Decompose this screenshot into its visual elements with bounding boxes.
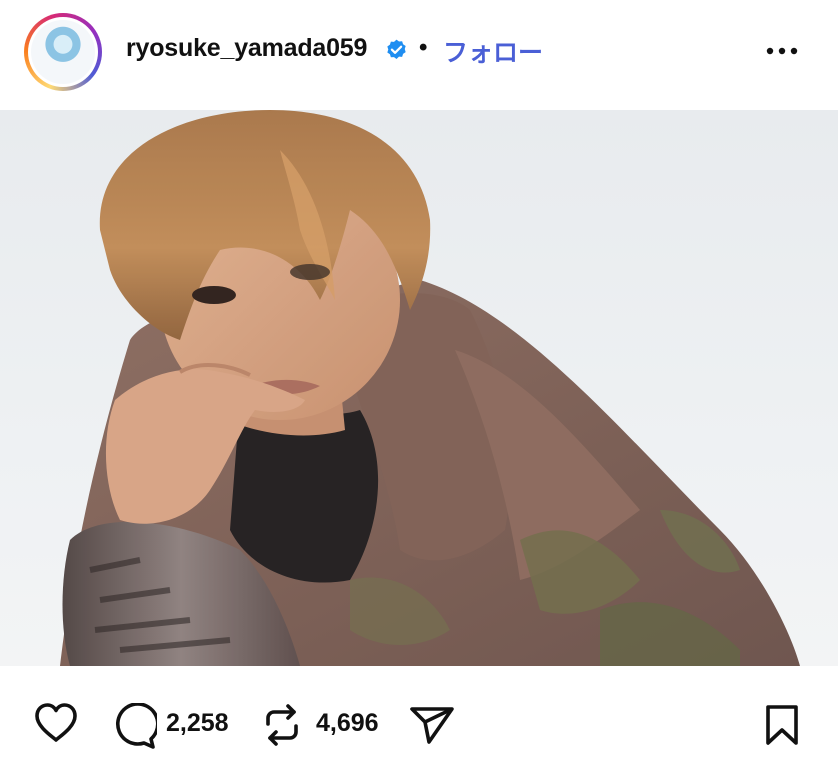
post-photo[interactable] [0,110,838,666]
post-photo-illustration [0,110,838,666]
heart-icon[interactable] [33,702,79,744]
post-header: ryosuke_yamada059 • フォロー [0,0,838,110]
avatar-image [31,20,95,84]
repost-icon[interactable] [260,702,304,748]
share-icon[interactable] [409,704,455,746]
username-link[interactable]: ryosuke_yamada059 [126,34,367,63]
comment-icon[interactable] [111,703,157,749]
separator-dot: • [419,34,428,61]
verified-badge-icon [387,39,406,59]
avatar-story-ring[interactable] [24,13,102,91]
reposts-count: 4,696 [316,709,379,737]
bookmark-icon[interactable] [764,704,800,746]
more-options-icon[interactable] [762,36,802,66]
comments-count: 2,258 [166,709,229,737]
post-actions-bar: 2,258 4,696 [0,666,838,776]
follow-button[interactable]: フォロー [443,33,543,69]
avatar[interactable] [28,17,98,87]
